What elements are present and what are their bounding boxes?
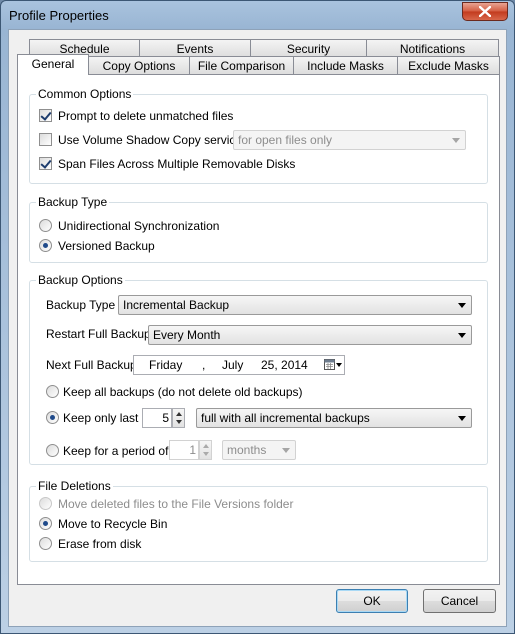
restart-full-backup-label: Restart Full Backup xyxy=(46,327,151,341)
cancel-button[interactable]: Cancel xyxy=(423,589,496,613)
vss-checkbox[interactable] xyxy=(39,133,52,146)
close-button[interactable] xyxy=(462,2,508,21)
tab-include-masks[interactable]: Include Masks xyxy=(293,56,398,75)
group-label: File Deletions xyxy=(36,479,113,493)
backup-type-group: Backup Type Unidirectional Synchronizati… xyxy=(29,195,488,263)
keep-last-stepper[interactable] xyxy=(172,408,185,428)
keep-last-count-input[interactable]: 5 xyxy=(142,408,172,428)
keep-only-last-radio[interactable] xyxy=(46,411,59,424)
profile-properties-window: Profile Properties Schedule Events Secur… xyxy=(0,0,515,634)
restart-full-backup-select[interactable]: Every Month xyxy=(148,325,472,345)
keep-only-last-label[interactable]: Keep only last xyxy=(63,411,138,425)
chevron-down-icon xyxy=(282,448,290,453)
title-bar[interactable]: Profile Properties xyxy=(1,1,514,29)
date-month[interactable]: July xyxy=(222,358,243,372)
arrow-up-icon[interactable] xyxy=(203,444,209,448)
arrow-down-icon[interactable] xyxy=(203,452,209,456)
versioned-backup-label[interactable]: Versioned Backup xyxy=(58,239,155,253)
arrow-up-icon[interactable] xyxy=(176,412,182,416)
backup-type-value: Incremental Backup xyxy=(123,298,230,312)
window-title: Profile Properties xyxy=(9,8,109,23)
group-label: Common Options xyxy=(36,87,134,101)
vss-mode-value: for open files only xyxy=(238,133,333,147)
keep-period-radio[interactable] xyxy=(46,444,59,457)
chevron-down-icon xyxy=(452,138,460,143)
tab-file-comparison[interactable]: File Comparison xyxy=(189,56,294,75)
tab-copy-options[interactable]: Copy Options xyxy=(88,56,190,75)
recycle-bin-label[interactable]: Move to Recycle Bin xyxy=(58,517,167,531)
erase-from-disk-radio[interactable] xyxy=(39,537,52,550)
next-full-backup-datepicker[interactable]: Friday , July 25, 2014 xyxy=(133,355,345,375)
keep-period-stepper[interactable] xyxy=(199,440,212,460)
common-options-group: Common Options Prompt to delete unmatche… xyxy=(29,87,488,184)
versioned-backup-radio[interactable] xyxy=(39,239,52,252)
keep-period-unit-select[interactable]: months xyxy=(222,440,296,460)
file-deletions-group: File Deletions Move deleted files to the… xyxy=(29,479,488,562)
unidirectional-label[interactable]: Unidirectional Synchronization xyxy=(58,219,219,233)
span-disks-label[interactable]: Span Files Across Multiple Removable Dis… xyxy=(58,157,295,171)
restart-full-backup-value: Every Month xyxy=(153,328,221,342)
keep-last-scope-value: full with all incremental backups xyxy=(201,411,370,425)
ok-button[interactable]: OK xyxy=(336,589,408,613)
date-separator: , xyxy=(202,358,206,372)
vss-label[interactable]: Use Volume Shadow Copy service xyxy=(58,133,242,147)
vss-mode-select[interactable]: for open files only xyxy=(233,130,466,150)
tab-exclude-masks[interactable]: Exclude Masks xyxy=(397,56,500,75)
chevron-down-icon xyxy=(458,303,466,308)
next-full-backup-label: Next Full Backup xyxy=(46,358,137,372)
backup-type-label: Backup Type xyxy=(46,298,116,312)
calendar-icon[interactable] xyxy=(324,359,335,373)
keep-all-radio[interactable] xyxy=(46,385,59,398)
keep-all-label[interactable]: Keep all backups (do not delete old back… xyxy=(63,385,303,399)
general-tab-panel: Common Options Prompt to delete unmatche… xyxy=(17,74,500,585)
keep-last-scope-select[interactable]: full with all incremental backups xyxy=(196,408,472,428)
date-day-year[interactable]: 25, 2014 xyxy=(261,358,308,372)
tab-general[interactable]: General xyxy=(17,54,89,75)
arrow-down-icon[interactable] xyxy=(176,420,182,424)
chevron-down-icon[interactable] xyxy=(336,363,342,367)
recycle-bin-radio[interactable] xyxy=(39,517,52,530)
prompt-delete-label[interactable]: Prompt to delete unmatched files xyxy=(58,109,233,123)
move-to-versions-label[interactable]: Move deleted files to the File Versions … xyxy=(58,497,293,511)
date-weekday[interactable]: Friday xyxy=(149,358,182,372)
keep-period-label[interactable]: Keep for a period of xyxy=(63,444,168,458)
keep-period-unit-value: months xyxy=(227,443,267,457)
erase-from-disk-label[interactable]: Erase from disk xyxy=(58,537,141,551)
keep-period-count-input[interactable]: 1 xyxy=(169,440,199,460)
backup-options-group: Backup Options Backup Type Incremental B… xyxy=(29,273,488,465)
prompt-delete-checkbox[interactable] xyxy=(39,109,52,122)
chevron-down-icon xyxy=(458,416,466,421)
move-to-versions-radio[interactable] xyxy=(39,497,52,510)
backup-type-select[interactable]: Incremental Backup xyxy=(118,295,472,315)
group-label: Backup Type xyxy=(36,195,110,209)
span-disks-checkbox[interactable] xyxy=(39,157,52,170)
unidirectional-radio[interactable] xyxy=(39,219,52,232)
dialog-client: Schedule Events Security Notifications G… xyxy=(8,29,507,627)
close-icon xyxy=(479,6,491,17)
chevron-down-icon xyxy=(458,333,466,338)
group-label: Backup Options xyxy=(36,273,125,287)
